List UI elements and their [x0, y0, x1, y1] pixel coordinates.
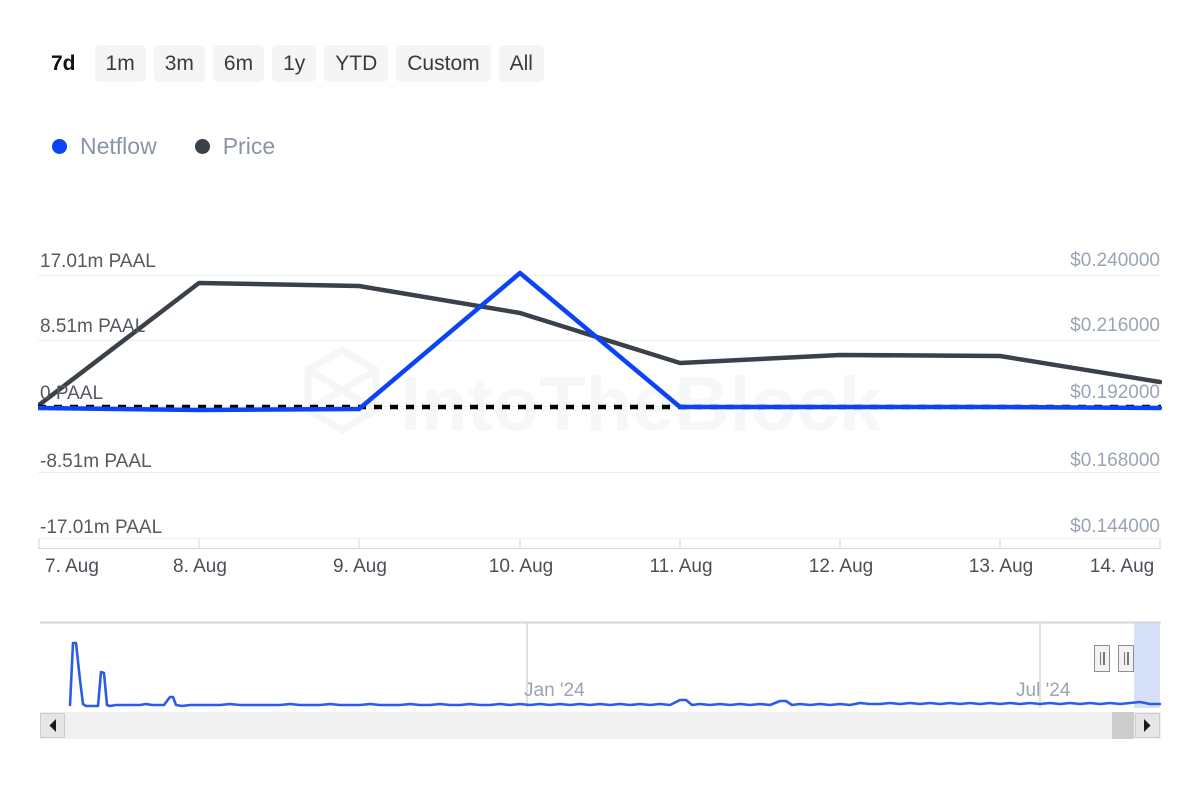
navigator-date-label-0: Jan '24 [524, 680, 585, 702]
chevron-right-icon [1143, 719, 1152, 732]
left-axis-tick-2: 0 PAAL [40, 383, 103, 405]
scrollbar-left-button[interactable] [40, 713, 65, 738]
x-axis-tick-7: 14. Aug [1090, 556, 1154, 578]
right-axis-tick-2: $0.192000 [1070, 382, 1160, 404]
x-axis-tick-2: 9. Aug [333, 556, 387, 578]
navigator-scrollbar[interactable] [40, 712, 1161, 739]
navigator-date-label-1: Jul '24 [1016, 680, 1070, 702]
left-axis-tick-3: -8.51m PAAL [40, 451, 152, 473]
left-axis-tick-1: 8.51m PAAL [40, 316, 145, 338]
navigator-sparkline [70, 643, 1160, 706]
grip-handle-icon [1124, 652, 1126, 665]
scrollbar-track[interactable] [40, 712, 1161, 739]
x-axis [38, 539, 1161, 549]
navigator-left-handle[interactable] [1094, 645, 1110, 672]
grip-handle-icon [1100, 652, 1102, 665]
right-axis-tick-4: $0.144000 [1070, 516, 1160, 538]
x-axis-tick-1: 8. Aug [173, 556, 227, 578]
navigator-svg [40, 620, 1161, 712]
chart-navigator[interactable] [40, 620, 1160, 708]
x-axis-tick-0: 7. Aug [45, 556, 99, 578]
navigator-right-handle[interactable] [1118, 645, 1134, 672]
left-axis-tick-0: 17.01m PAAL [40, 251, 156, 273]
x-axis-tick-5: 12. Aug [809, 556, 873, 578]
chevron-left-icon [48, 719, 57, 732]
x-axis-tick-6: 13. Aug [969, 556, 1033, 578]
right-axis-tick-1: $0.216000 [1070, 315, 1160, 337]
right-axis-tick-3: $0.168000 [1070, 450, 1160, 472]
navigator-selection [1134, 623, 1160, 708]
intotheblock-watermark: IntoTheBlock [308, 350, 882, 447]
x-axis-tick-3: 10. Aug [489, 556, 553, 578]
right-axis-tick-0: $0.240000 [1070, 250, 1160, 272]
scrollbar-right-button[interactable] [1135, 713, 1160, 738]
grip-handle-icon [1127, 652, 1129, 665]
x-axis-tick-4: 11. Aug [649, 556, 712, 578]
left-axis-tick-4: -17.01m PAAL [40, 517, 162, 539]
grip-handle-icon [1103, 652, 1105, 665]
scrollbar-thumb[interactable] [1112, 712, 1134, 739]
